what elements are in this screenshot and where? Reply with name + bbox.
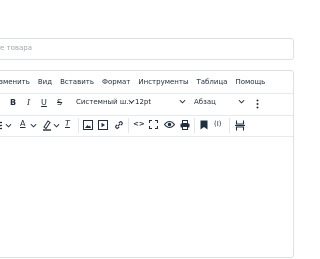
toolbar-row-1: B I U S Системный ш... 12pt Абзац [0, 93, 293, 116]
toolbar-divider [194, 118, 195, 133]
rich-text-editor: Изменить Вид Вставить Формат Инструменты… [0, 70, 294, 258]
more-icon[interactable] [256, 99, 259, 109]
chevron-down-icon [238, 98, 245, 107]
product-name-field[interactable]: е товара [0, 38, 294, 60]
editor-menubar: Изменить Вид Вставить Формат Инструменты… [0, 71, 293, 93]
menu-format[interactable]: Формат [102, 78, 130, 86]
toolbar-divider [78, 118, 79, 133]
image-icon[interactable] [83, 120, 93, 130]
bookmark-icon[interactable] [200, 120, 208, 130]
highlight-icon[interactable] [42, 120, 52, 131]
toolbar-divider [229, 118, 230, 133]
bold-button[interactable]: B [10, 98, 16, 107]
code-icon[interactable]: <> [133, 120, 145, 128]
preview-icon[interactable] [164, 120, 175, 129]
block-format-value: Абзац [194, 98, 216, 106]
toolbar-row-2: A T <> (I) [0, 115, 293, 137]
menu-insert[interactable]: Вставить [60, 78, 94, 86]
editor-content-area[interactable] [0, 137, 293, 257]
font-size-select[interactable]: 12pt [135, 98, 186, 106]
underline-button[interactable]: U [41, 98, 47, 107]
chevron-down-icon[interactable] [53, 122, 60, 129]
text-color-icon[interactable]: A [20, 119, 25, 128]
font-family-select[interactable]: Системный ш... [76, 98, 135, 107]
fullscreen-icon[interactable] [149, 120, 158, 129]
font-family-value: Системный ш... [76, 98, 133, 106]
font-size-value: 12pt [135, 98, 152, 106]
block-format-select[interactable]: Абзац [194, 98, 245, 106]
menu-table[interactable]: Таблица [196, 78, 227, 86]
menu-view[interactable]: Вид [38, 78, 52, 86]
bullet-list-icon[interactable] [0, 121, 3, 130]
menu-help[interactable]: Помощь [235, 78, 265, 86]
menu-edit[interactable]: Изменить [0, 78, 30, 86]
toolbar-divider [128, 118, 129, 133]
chevron-down-icon[interactable] [5, 122, 12, 129]
page-break-icon[interactable] [235, 120, 245, 131]
clear-format-icon[interactable]: T [65, 119, 70, 128]
chevron-down-icon [179, 98, 186, 107]
rtl-icon[interactable]: (I) [214, 120, 222, 128]
link-icon[interactable] [114, 120, 124, 130]
media-icon[interactable] [98, 120, 108, 130]
chevron-down-icon[interactable] [30, 122, 37, 129]
chevron-down-icon [128, 98, 135, 107]
product-name-placeholder: е товара [0, 44, 33, 52]
print-icon[interactable] [180, 120, 190, 130]
italic-button[interactable]: I [27, 98, 30, 107]
strikethrough-button[interactable]: S [57, 98, 62, 107]
menu-tools[interactable]: Инструменты [138, 78, 188, 86]
